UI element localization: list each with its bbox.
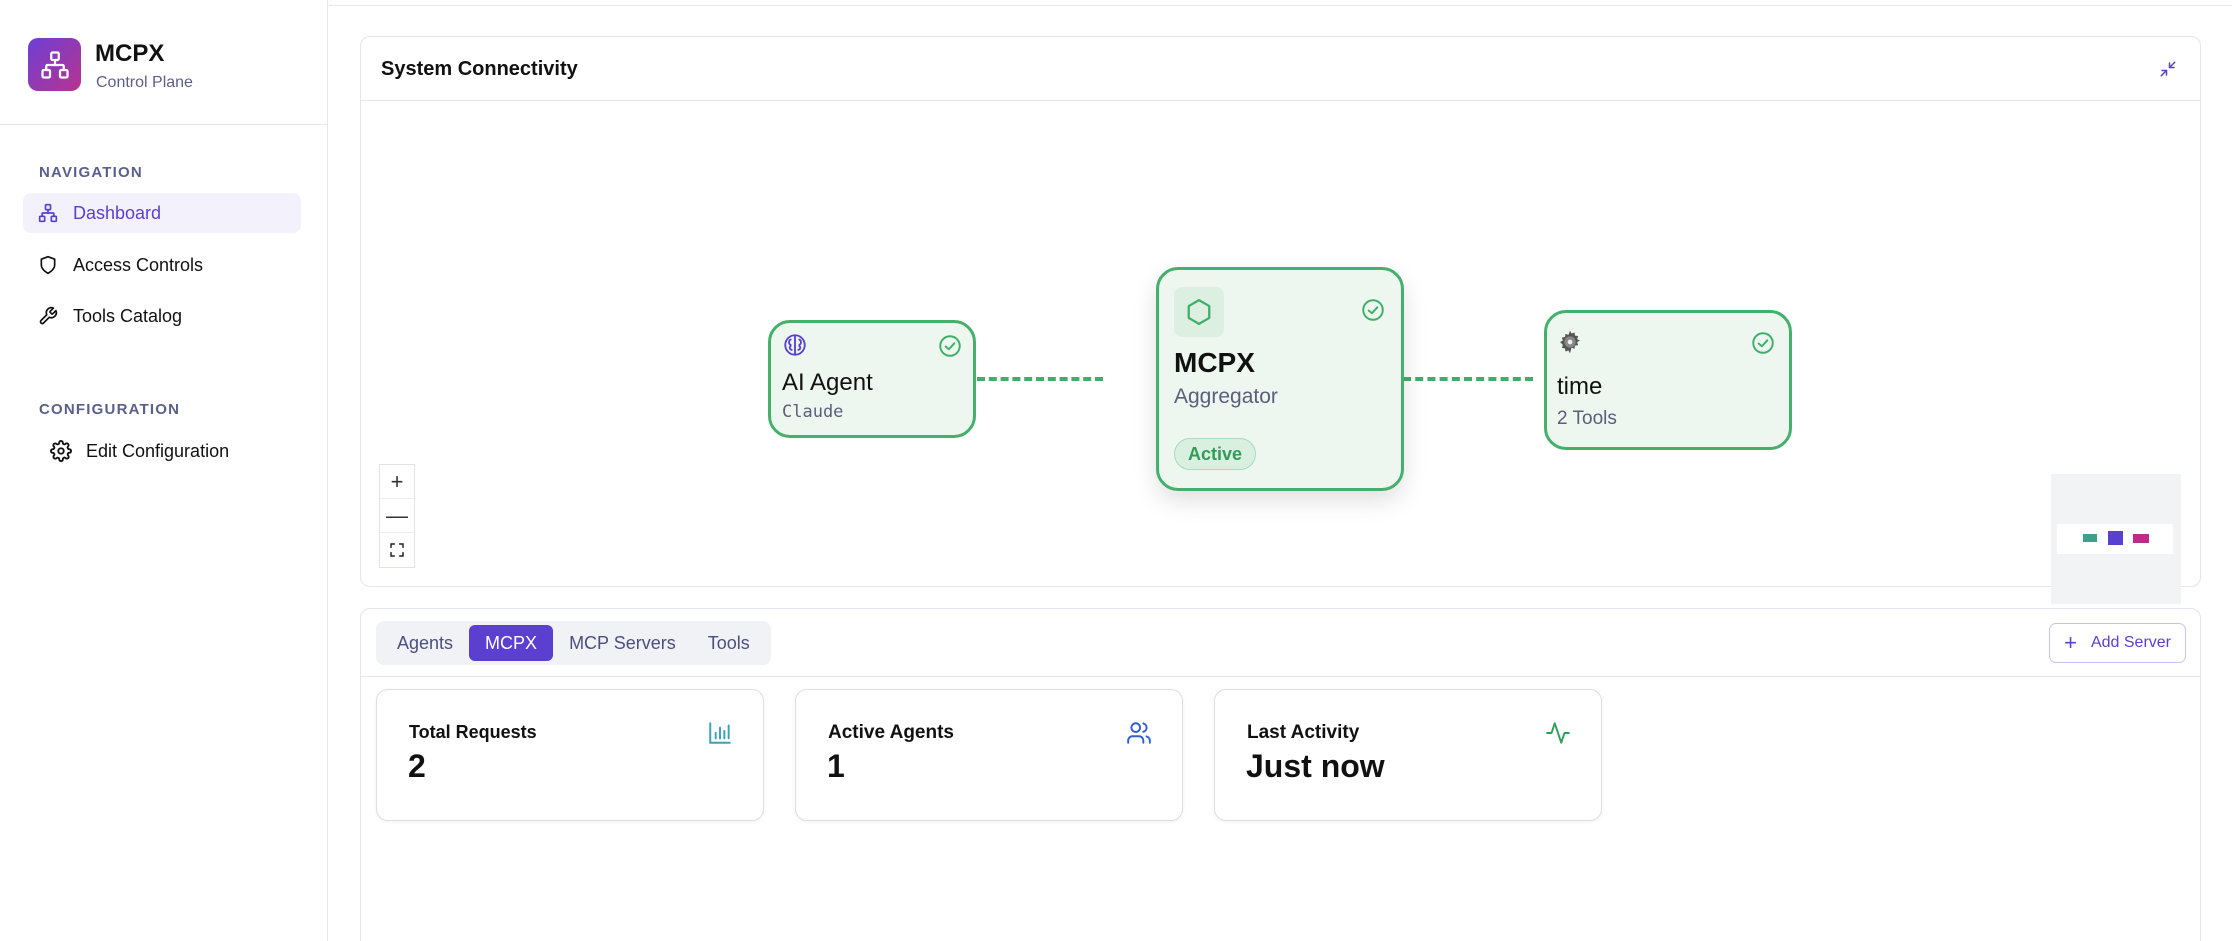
plus-icon: +	[2064, 630, 2077, 655]
tab-list: Agents MCPX MCP Servers Tools	[376, 621, 771, 665]
stat-card-active-agents: Active Agents 1	[795, 689, 1183, 821]
details-panel: Agents MCPX MCP Servers Tools + Add Serv…	[360, 608, 2201, 941]
tab-mcp-servers[interactable]: MCP Servers	[553, 625, 692, 661]
stat-value: Just now	[1246, 748, 1385, 784]
mcpx-node[interactable]: MCPX Aggregator Active	[1156, 267, 1404, 491]
minimize-icon[interactable]	[2156, 57, 2180, 81]
sidebar-item-tools-catalog[interactable]: Tools Catalog	[23, 296, 301, 336]
brand-header: MCPX Control Plane	[0, 0, 328, 125]
server-node-title: time	[1557, 373, 1603, 400]
mcpx-node-subtitle: Aggregator	[1174, 385, 1278, 408]
add-server-button[interactable]: + Add Server	[2049, 623, 2186, 663]
gear-icon	[50, 440, 72, 462]
edge-mcpx-to-server	[1403, 377, 1533, 381]
hexagon-icon	[1174, 287, 1224, 337]
agent-node-title: AI Agent	[782, 369, 873, 396]
server-node-subtitle: 2 Tools	[1557, 408, 1617, 429]
network-logo-icon	[28, 38, 81, 91]
cog-icon	[1557, 329, 1583, 355]
activity-icon	[1545, 720, 1571, 746]
edge-agent-to-mcpx	[977, 377, 1103, 381]
server-node-time[interactable]: time 2 Tools	[1544, 310, 1792, 450]
check-circle-icon	[1360, 297, 1386, 323]
tabs-header: Agents MCPX MCP Servers Tools + Add Serv…	[361, 609, 2200, 677]
bar-chart-icon	[707, 720, 733, 746]
sidebar-item-label: Dashboard	[73, 202, 162, 223]
add-server-label: Add Server	[2090, 634, 2171, 651]
agent-node-subtitle: Claude	[782, 402, 844, 422]
agent-node[interactable]: AI Agent Claude	[768, 320, 976, 438]
minimap-node-mcpx	[2108, 531, 2123, 545]
tab-agents[interactable]: Agents	[381, 625, 469, 661]
users-icon	[1126, 720, 1152, 746]
tab-tools[interactable]: Tools	[692, 625, 766, 661]
sidebar: MCPX Control Plane NAVIGATION Dashboard …	[0, 0, 328, 941]
stat-label: Last Activity	[1247, 722, 1360, 743]
brand-subtitle: Control Plane	[96, 74, 193, 91]
stat-label: Total Requests	[409, 722, 537, 742]
minimap-node-agent	[2083, 534, 2097, 542]
configuration-section-label: CONFIGURATION	[39, 401, 181, 418]
zoom-in-button[interactable]: +	[380, 465, 414, 499]
brand-title: MCPX	[95, 40, 165, 67]
top-divider	[329, 0, 2232, 6]
stat-value: 1	[827, 748, 845, 784]
sidebar-item-access-controls[interactable]: Access Controls	[23, 245, 301, 285]
navigation-section-label: NAVIGATION	[39, 164, 143, 181]
network-icon	[37, 202, 59, 224]
sidebar-item-dashboard[interactable]: Dashboard	[23, 193, 301, 233]
stat-label: Active Agents	[828, 722, 954, 743]
wrench-icon	[37, 305, 59, 327]
brain-icon	[782, 332, 808, 358]
sidebar-item-label: Edit Configuration	[86, 440, 230, 461]
zoom-out-button[interactable]: —	[380, 499, 414, 533]
check-circle-icon	[1750, 330, 1776, 356]
status-badge: Active	[1174, 438, 1257, 470]
tab-mcpx[interactable]: MCPX	[469, 625, 554, 661]
mcpx-node-title: MCPX	[1174, 347, 1255, 378]
app-root: MCPX Control Plane NAVIGATION Dashboard …	[0, 0, 2232, 941]
stat-card-total-requests: Total Requests 2	[376, 689, 764, 821]
shield-icon	[37, 254, 59, 276]
system-connectivity-panel: System Connectivity AI Agent Claude MCPX…	[360, 36, 2201, 604]
panel-title: System Connectivity	[381, 58, 578, 80]
minimap-node-server	[2133, 534, 2149, 543]
check-circle-icon	[937, 333, 963, 359]
sidebar-item-label: Access Controls	[73, 254, 204, 275]
zoom-controls: + —	[379, 464, 415, 568]
stat-card-last-activity: Last Activity Just now	[1214, 689, 1602, 821]
fit-view-button[interactable]	[380, 533, 414, 567]
panel-header: System Connectivity	[361, 37, 2200, 101]
sidebar-item-edit-configuration[interactable]: Edit Configuration	[38, 431, 301, 471]
flow-canvas[interactable]: AI Agent Claude MCPX Aggregator Active t…	[361, 102, 2200, 604]
minimap[interactable]	[2051, 474, 2181, 604]
stat-value: 2	[408, 748, 426, 784]
sidebar-item-label: Tools Catalog	[73, 305, 183, 326]
